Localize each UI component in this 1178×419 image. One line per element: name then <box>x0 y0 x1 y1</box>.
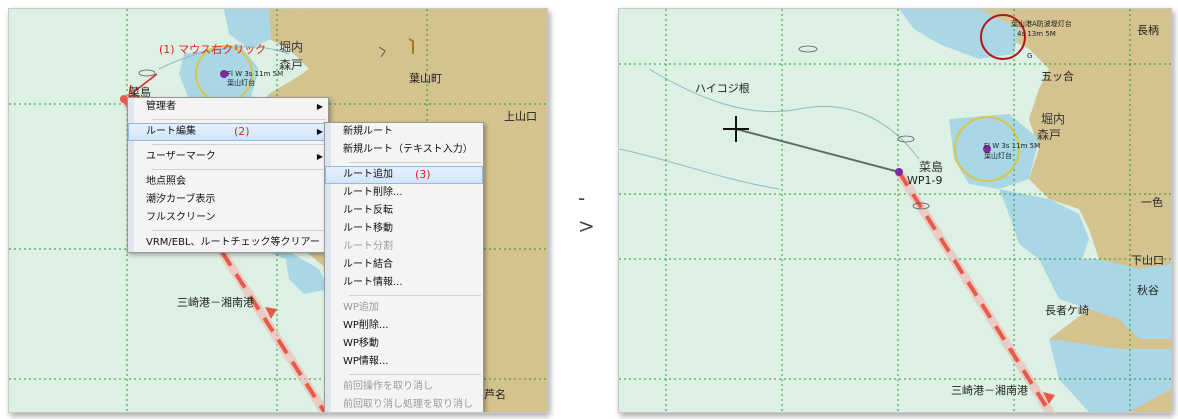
menu-separator <box>152 169 326 170</box>
map-label-hayama: 葉山町 <box>409 72 442 85</box>
map-label-morito: 森戸 <box>1037 128 1062 142</box>
map-label-shimoyamaguchi: 下山口 <box>1131 254 1164 267</box>
map-label-breakwater-light: 葉山港A防波堤灯台 <box>1011 20 1072 28</box>
submenu-item-route-info[interactable]: ルート情報... <box>325 274 483 292</box>
submenu-item-delete-route[interactable]: ルート削除... <box>325 184 483 202</box>
map-label-route-name: 三崎港－湘南港 <box>951 384 1028 397</box>
menu-item-fullscreen[interactable]: フルスクリーン <box>128 209 328 227</box>
map-label-light-name: 葉山灯台 <box>227 79 255 87</box>
menu-item-route-edit[interactable]: ルート編集 (2) ▶ <box>128 123 328 141</box>
annotation-step2: (2) <box>234 125 250 138</box>
menu-separator <box>152 144 326 145</box>
submenu-item-add-route[interactable]: ルート追加 (3) <box>325 166 483 184</box>
annotation-step1: (1) マウス右クリック <box>159 43 267 56</box>
menu-item-tide-curve[interactable]: 潮汐カーブ表示 <box>128 191 328 209</box>
menu-item-user-mark-label: ユーザーマーク <box>146 151 216 162</box>
left-chart-panel[interactable]: (1) マウス右クリック 堀内 森戸 Fl W 3s 11m 5M 葉山灯台 葉… <box>8 8 548 413</box>
menu-item-tide-curve-label: 潮汐カーブ表示 <box>146 194 216 205</box>
submenu-item-wp-info[interactable]: WP情報... <box>325 353 483 371</box>
submenu-item-merge-route[interactable]: ルート結合 <box>325 256 483 274</box>
submenu-item-split-route[interactable]: ルート分割 <box>325 238 483 256</box>
map-label-breakwater-info: 4s 13m 5M <box>1017 30 1056 38</box>
menu-separator <box>349 162 481 163</box>
submenu-item-delete-wp[interactable]: WP削除... <box>325 317 483 335</box>
transition-arrow-icon: > <box>578 214 595 238</box>
menu-item-clear-vrm[interactable]: VRM/EBL、ルートチェック等クリアー <box>128 234 328 252</box>
menu-item-point-query[interactable]: 地点照会 <box>128 173 328 191</box>
map-label-waypoint: WP1-9 <box>907 174 943 187</box>
submenu-arrow-icon: ▶ <box>316 127 323 136</box>
map-label-najima: 菜島 <box>919 160 944 174</box>
submenu-item-move-route[interactable]: ルート移動 <box>325 220 483 238</box>
submenu-item-move-wp[interactable]: WP移動 <box>325 335 483 353</box>
submenu-arrow-icon: ▶ <box>316 152 323 161</box>
menu-item-user-mark[interactable]: ユーザーマーク ▶ <box>128 148 328 166</box>
submenu-arrow-icon: ▶ <box>316 102 323 111</box>
menu-item-admin-label: 管理者 <box>146 101 176 112</box>
context-menu: 管理者 ▶ ルート編集 (2) ▶ ユーザーマーク ▶ 地点照会 潮汐カーブ表示 フルス… <box>127 97 329 253</box>
map-label-akiya: 秋谷 <box>1137 284 1159 297</box>
map-label-g-mark: G <box>1027 52 1033 60</box>
menu-item-clear-vrm-label: VRM/EBL、ルートチェック等クリアー <box>146 237 320 248</box>
map-label-kamiyamaguchi: 上山口 <box>504 110 537 123</box>
map-label-nagae: 長柄 <box>1137 24 1159 37</box>
submenu-item-undo[interactable]: 前回操作を取り消し <box>325 378 483 396</box>
submenu-item-new-route-text[interactable]: 新規ルート（テキスト入力） <box>325 141 483 159</box>
menu-separator <box>152 119 326 120</box>
map-label-route-name: 三崎港－湘南港 <box>177 296 254 309</box>
submenu-item-add-wp[interactable]: WP追加 <box>325 299 483 317</box>
transition-dash: - <box>578 186 586 210</box>
map-label-horiuchi: 堀内 <box>1041 112 1066 126</box>
map-label-nagajagasaki: 長者ケ崎 <box>1045 304 1089 317</box>
map-label-isshiki: 一色 <box>1141 196 1163 209</box>
menu-separator <box>152 230 326 231</box>
submenu-item-add-route-label: ルート追加 <box>343 169 393 180</box>
menu-item-admin[interactable]: 管理者 ▶ <box>128 98 328 116</box>
route-edit-submenu: 新規ルート 新規ルート（テキスト入力） ルート追加 (3) ルート削除... ルー… <box>324 122 484 412</box>
annotation-step3: (3) <box>415 168 431 181</box>
map-label-haikojine: ハイコジ根 <box>695 82 750 95</box>
menu-separator <box>349 374 481 375</box>
right-chart-panel[interactable]: ハイコジ根 葉山港A防波堤灯台 4s 13m 5M G 長柄 五ッ合 堀内 森戸… <box>618 8 1172 413</box>
map-label-horiuchi: 堀内 <box>279 40 304 54</box>
map-label-ashina: 芦名 <box>484 388 506 401</box>
submenu-item-new-route[interactable]: 新規ルート <box>325 123 483 141</box>
map-label-light-info: Fl W 3s 11m 5M <box>227 70 284 78</box>
right-chart-map <box>619 9 1171 412</box>
menu-item-point-query-label: 地点照会 <box>146 176 186 187</box>
menu-separator <box>349 295 481 296</box>
menu-item-fullscreen-label: フルスクリーン <box>146 212 216 223</box>
map-label-light-name: 葉山灯台 <box>984 152 1012 160</box>
map-label-light-info: Fl W 3s 11m 5M <box>984 142 1041 150</box>
map-label-gonotsuka: 五ッ合 <box>1041 70 1074 83</box>
menu-item-route-edit-label: ルート編集 <box>146 126 196 137</box>
submenu-item-redo[interactable]: 前回取り消し処理を取り消し <box>325 396 483 412</box>
submenu-item-reverse-route[interactable]: ルート反転 <box>325 202 483 220</box>
